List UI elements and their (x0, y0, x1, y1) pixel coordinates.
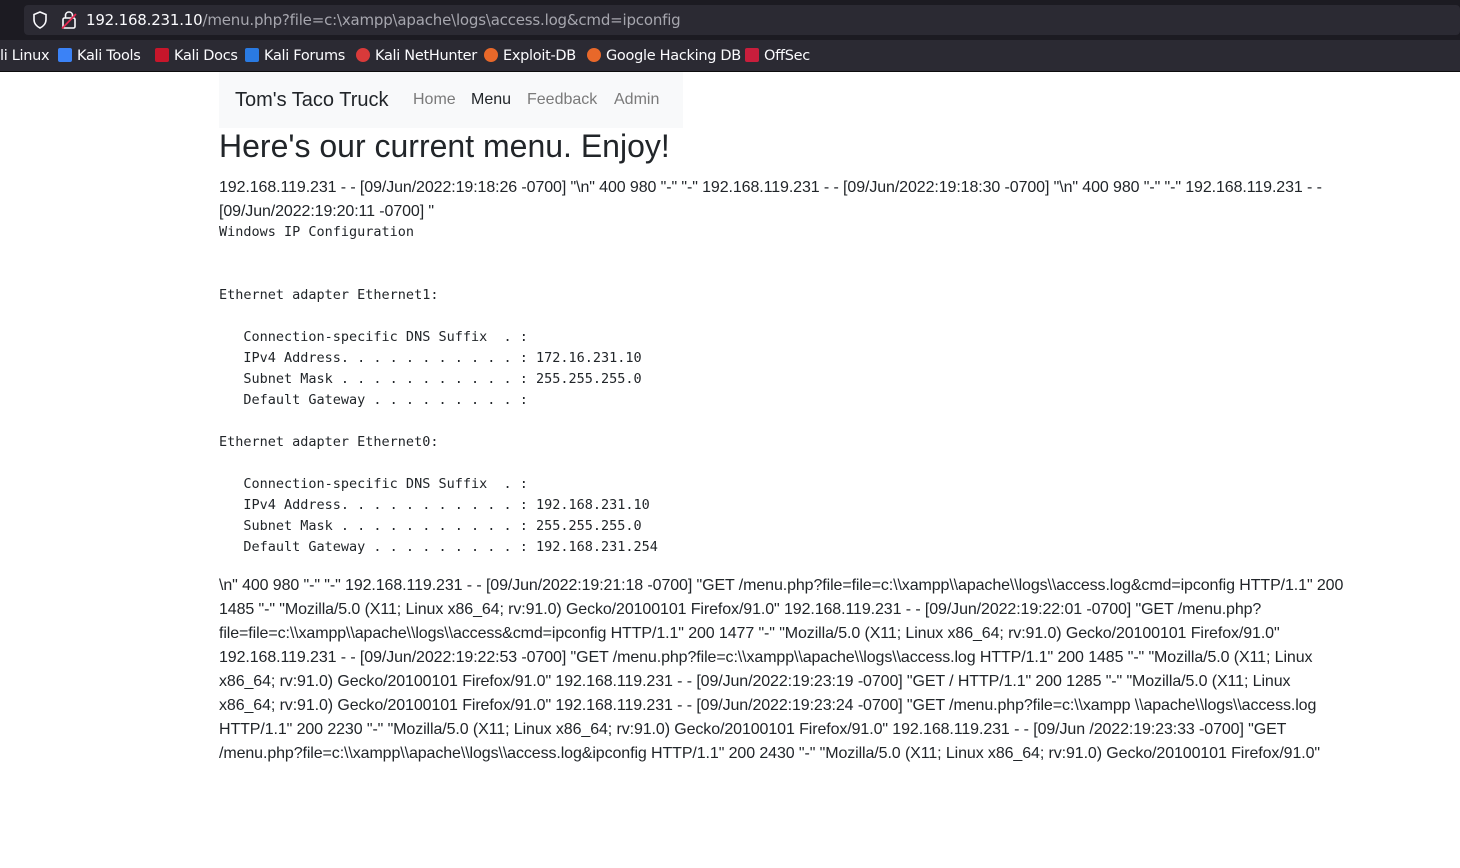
bookmark-label: Google Hacking DB (606, 48, 741, 64)
ipconfig-output: Windows IP Configuration Ethernet adapte… (219, 224, 658, 555)
nav-feedback[interactable]: Feedback (527, 91, 597, 109)
nav-admin[interactable]: Admin (614, 91, 659, 109)
access-log-after: \n" 400 980 "-" "-" 192.168.119.231 - - … (219, 577, 1344, 762)
bookmark-kali-docs[interactable]: Kali Docs (155, 47, 238, 65)
exploit-db-icon (484, 48, 498, 62)
kali-docs-icon (155, 48, 169, 62)
bookmark-label: li Linux (0, 48, 50, 64)
shield-icon[interactable] (32, 11, 48, 29)
access-log-before: 192.168.119.231 - - [09/Jun/2022:19:18:2… (219, 179, 1322, 220)
site-navbar: Tom's Taco Truck Home Menu Feedback Admi… (219, 72, 683, 128)
nav-menu[interactable]: Menu (471, 91, 511, 109)
bookmark-label: Exploit-DB (503, 48, 576, 64)
bookmark-label: Kali Forums (264, 48, 346, 64)
bookmark-offsec[interactable]: OffSec (745, 47, 810, 65)
bookmark-label: Kali NetHunter (375, 48, 477, 64)
bookmark-exploit-db[interactable]: Exploit-DB (484, 47, 576, 65)
bookmark-google-hacking-db[interactable]: Google Hacking DB (587, 47, 741, 65)
kali-forums-icon (245, 48, 259, 62)
nav-home[interactable]: Home (413, 91, 456, 109)
bookmark-kali-linux[interactable]: li Linux (0, 47, 50, 65)
bookmarks-toolbar: li Linux Kali Tools Kali Docs Kali Forum… (0, 40, 1460, 72)
bookmark-kali-nethunter[interactable]: Kali NetHunter (356, 47, 477, 65)
url-host: 192.168.231.10 (86, 11, 203, 29)
ghdb-icon (587, 48, 601, 62)
bookmark-kali-forums[interactable]: Kali Forums (245, 47, 345, 65)
kali-tools-icon (58, 48, 72, 62)
page-title: Here's our current menu. Enjoy! (219, 128, 670, 164)
bookmark-label: Kali Tools (77, 48, 141, 64)
site-brand[interactable]: Tom's Taco Truck (235, 89, 389, 112)
kali-nethunter-icon (356, 48, 370, 62)
bookmark-kali-tools[interactable]: Kali Tools (58, 47, 141, 65)
browser-toolbar: 192.168.231.10/menu.php?file=c:\xampp\ap… (0, 0, 1460, 40)
bookmark-label: Kali Docs (174, 48, 238, 64)
insecure-lock-icon[interactable] (60, 10, 78, 30)
offsec-icon (745, 48, 759, 62)
bookmark-label: OffSec (764, 48, 810, 64)
url-text[interactable]: 192.168.231.10/menu.php?file=c:\xampp\ap… (86, 10, 681, 30)
url-path: /menu.php?file=c:\xampp\apache\logs\acce… (202, 11, 681, 29)
